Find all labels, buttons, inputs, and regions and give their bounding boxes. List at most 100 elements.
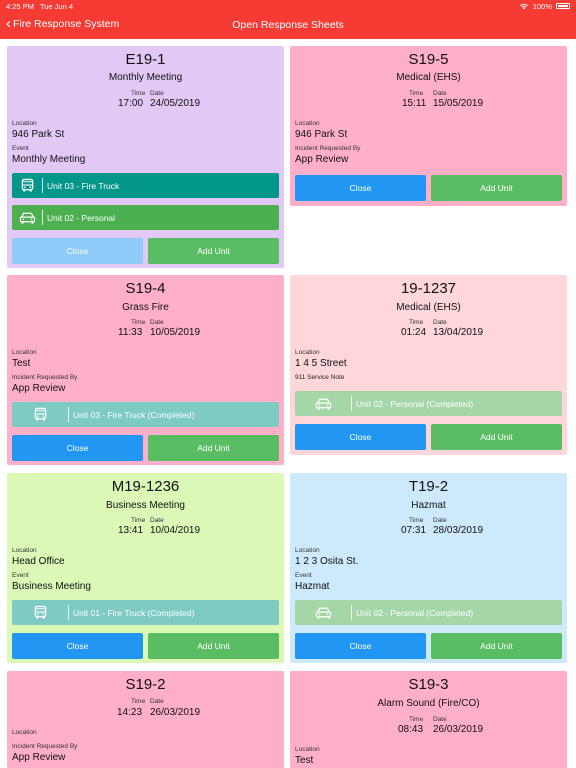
close-button[interactable]: Close (295, 633, 426, 659)
date-label: Date (150, 319, 164, 326)
time-label: Time (409, 716, 424, 723)
requested-by-label: Incident Requested By (295, 145, 361, 152)
unit-label: Unit 02 - Personal (47, 212, 116, 223)
add-unit-button[interactable]: Add Unit (148, 238, 279, 264)
location-value: 946 Park St (12, 129, 65, 140)
unit-button-personal[interactable]: Unit 02 - Personal (12, 205, 279, 230)
card-code: S19-3 (408, 676, 449, 693)
card-code: S19-4 (125, 280, 166, 297)
time-label: Time (409, 517, 424, 524)
status-bar: 4:25 PM Tue Jun 4 100% (0, 0, 576, 12)
add-unit-button[interactable]: Add Unit (148, 633, 279, 659)
requested-by-label: Incident Requested By (12, 374, 78, 381)
unit-label: Unit 02 - Personal (Completed) (356, 607, 474, 618)
unit-button-fire-truck[interactable]: Unit 03 - Fire Truck (12, 173, 279, 198)
location-label: Location (12, 120, 37, 127)
unit-label: Unit 01 - Fire Truck (Completed) (73, 607, 195, 618)
close-button[interactable]: Close (12, 435, 143, 461)
event-value: Hazmat (295, 581, 330, 592)
date-label: Date (433, 90, 447, 97)
close-button[interactable]: Close (295, 424, 426, 450)
bus-icon (21, 178, 33, 192)
time-value: 15:11 (402, 98, 427, 109)
car-icon (19, 212, 35, 224)
date-value: 15/05/2019 (433, 98, 484, 109)
location-label: Location (12, 349, 37, 356)
close-button[interactable]: Close (12, 238, 143, 264)
requested-by-label: Incident Requested By (12, 743, 78, 750)
date-label: Date (150, 90, 164, 97)
close-button[interactable]: Close (295, 175, 426, 201)
close-button[interactable]: Close (12, 633, 143, 659)
location-value: Test (12, 358, 31, 369)
date-label: Date (150, 698, 164, 705)
time-value: 08:43 (398, 724, 424, 735)
unit-button-personal-completed[interactable]: Unit 02 - Personal (Completed) (295, 391, 562, 416)
response-card-t19-2[interactable]: T19-2 Hazmat Time Date 07:31 28/03/2019 … (290, 473, 567, 663)
time-value: 17:00 (118, 98, 144, 109)
back-label: Fire Response System (13, 18, 120, 30)
time-value: 01:24 (401, 327, 427, 338)
wifi-icon (519, 3, 528, 9)
date-value: 28/03/2019 (433, 525, 484, 536)
unit-label: Unit 02 - Personal (Completed) (356, 398, 474, 409)
response-card-19-1237[interactable]: 19-1237 Medical (EHS) Time Date 01:24 13… (290, 275, 567, 455)
time-label: Time (131, 698, 146, 705)
unit-button-fire-truck-completed[interactable]: Unit 03 - Fire Truck (Completed) (12, 402, 279, 427)
location-label: Location (295, 120, 320, 127)
navigation-bar: ‹ Fire Response System Open Response She… (0, 12, 576, 39)
card-code: T19-2 (408, 478, 449, 495)
location-value: 1 4 5 Street (295, 358, 347, 369)
battery-percent: 100% (532, 1, 552, 11)
chevron-left-icon: ‹ (6, 15, 11, 32)
time-label: Time (409, 90, 424, 97)
time-label: Time (131, 90, 146, 97)
event-label: Event (295, 572, 312, 579)
service-note: 911 Service Note (295, 374, 345, 381)
location-value: 946 Park St (295, 129, 348, 140)
time-value: 13:41 (118, 525, 144, 536)
card-code: S19-5 (408, 51, 449, 68)
unit-label: Unit 03 - Fire Truck (47, 180, 120, 191)
response-card-s19-4[interactable]: S19-4 Grass Fire Time Date 11:33 10/05/2… (7, 275, 284, 465)
bus-icon (34, 605, 46, 619)
time-label: Time (131, 319, 146, 326)
response-card-s19-3[interactable]: S19-3 Alarm Sound (Fire/CO) Time Date 08… (290, 671, 567, 768)
unit-button-personal-completed[interactable]: Unit 02 - Personal (Completed) (295, 600, 562, 625)
location-label: Location (295, 547, 320, 554)
card-type: Medical (EHS) (396, 302, 461, 313)
location-value: 1 2 3 Osita St. (295, 556, 359, 567)
date-label: Date (433, 319, 447, 326)
time-value: 07:31 (401, 525, 427, 536)
response-card-e19-1[interactable]: E19-1 Monthly Meeting Time Date 17:00 24… (7, 46, 284, 268)
response-card-m19-1236[interactable]: M19-1236 Business Meeting Time Date 13:4… (7, 473, 284, 663)
add-unit-button[interactable]: Add Unit (148, 435, 279, 461)
location-label: Location (295, 746, 320, 753)
card-type: Business Meeting (106, 500, 185, 511)
response-card-s19-2[interactable]: S19-2 Time Date 14:23 26/03/2019 Locatio… (7, 671, 284, 768)
unit-button-fire-truck-completed[interactable]: Unit 01 - Fire Truck (Completed) (12, 600, 279, 625)
card-type: Grass Fire (122, 302, 169, 313)
card-code: S19-2 (125, 676, 166, 693)
requested-by-value: App Review (12, 752, 66, 763)
date-label: Date (433, 517, 447, 524)
time-label: Time (409, 319, 424, 326)
date-value: 13/04/2019 (433, 327, 484, 338)
bus-icon (34, 407, 46, 421)
location-label: Location (295, 349, 320, 356)
card-type: Alarm Sound (Fire/CO) (377, 698, 480, 709)
add-unit-button[interactable]: Add Unit (431, 175, 562, 201)
battery-icon (556, 3, 570, 9)
event-label: Event (12, 145, 29, 152)
date-value: 10/05/2019 (150, 327, 201, 338)
car-icon (315, 398, 331, 410)
requested-by-value: App Review (12, 383, 66, 394)
status-time: 4:25 PM (6, 1, 34, 11)
unit-label: Unit 03 - Fire Truck (Completed) (73, 409, 195, 420)
add-unit-button[interactable]: Add Unit (431, 633, 562, 659)
response-card-s19-5[interactable]: S19-5 Medical (EHS) Time Date 15:11 15/0… (290, 46, 567, 206)
date-value: 24/05/2019 (150, 98, 201, 109)
event-value: Monthly Meeting (12, 154, 86, 165)
add-unit-button[interactable]: Add Unit (431, 424, 562, 450)
back-button[interactable]: ‹ Fire Response System (6, 15, 120, 32)
